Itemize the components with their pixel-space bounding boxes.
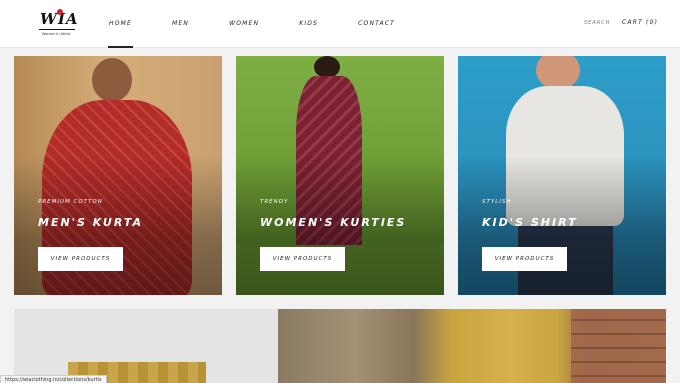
logo-dot bbox=[57, 9, 63, 15]
card-eyebrow: TRENDY bbox=[260, 199, 289, 205]
search-link[interactable]: SEARCH bbox=[584, 20, 610, 26]
card-title: KID'S SHIRT bbox=[482, 216, 578, 229]
card-title: MEN'S KURTA bbox=[38, 216, 143, 229]
brick-wall-image bbox=[571, 309, 666, 383]
card-eyebrow: STYLISH bbox=[482, 199, 512, 205]
view-products-button[interactable]: VIEW PRODUCTS bbox=[260, 247, 345, 271]
logo-underline bbox=[39, 29, 75, 30]
logo-tagline: Women In Attire bbox=[42, 32, 71, 36]
view-products-button[interactable]: VIEW PRODUCTS bbox=[482, 247, 567, 271]
status-url: https://wiaclothing.in/collections/kurti… bbox=[0, 375, 107, 383]
site-header: WIA Women In Attire HOME MEN WOMEN KIDS … bbox=[0, 0, 680, 48]
category-card-mens-kurta[interactable]: PREMIUM COTTON MEN'S KURTA VIEW PRODUCTS bbox=[14, 56, 222, 295]
card-title: WOMEN'S KURTIES bbox=[260, 216, 407, 229]
nav-kids[interactable]: KIDS bbox=[290, 0, 327, 48]
nav-women[interactable]: WOMEN bbox=[220, 0, 268, 48]
card-eyebrow: PREMIUM COTTON bbox=[38, 199, 103, 205]
nav-home[interactable]: HOME bbox=[100, 0, 141, 48]
main-nav: HOME MEN WOMEN KIDS CONTACT bbox=[100, 0, 426, 48]
category-card-kids-shirt[interactable]: STYLISH KID'S SHIRT VIEW PRODUCTS bbox=[458, 56, 666, 295]
category-card-womens-kurties[interactable]: TRENDY WOMEN'S KURTIES VIEW PRODUCTS bbox=[236, 56, 444, 295]
nav-contact[interactable]: CONTACT bbox=[349, 0, 404, 48]
cart-link[interactable]: CART (0) bbox=[622, 19, 658, 26]
view-products-button[interactable]: VIEW PRODUCTS bbox=[38, 247, 123, 271]
nav-men[interactable]: MEN bbox=[163, 0, 198, 48]
promo-banner-lifestyle[interactable] bbox=[278, 309, 666, 383]
promo-banner-fabric[interactable] bbox=[14, 309, 278, 383]
page: WIA Women In Attire HOME MEN WOMEN KIDS … bbox=[0, 0, 680, 383]
site-logo[interactable]: WIA Women In Attire bbox=[36, 8, 78, 40]
